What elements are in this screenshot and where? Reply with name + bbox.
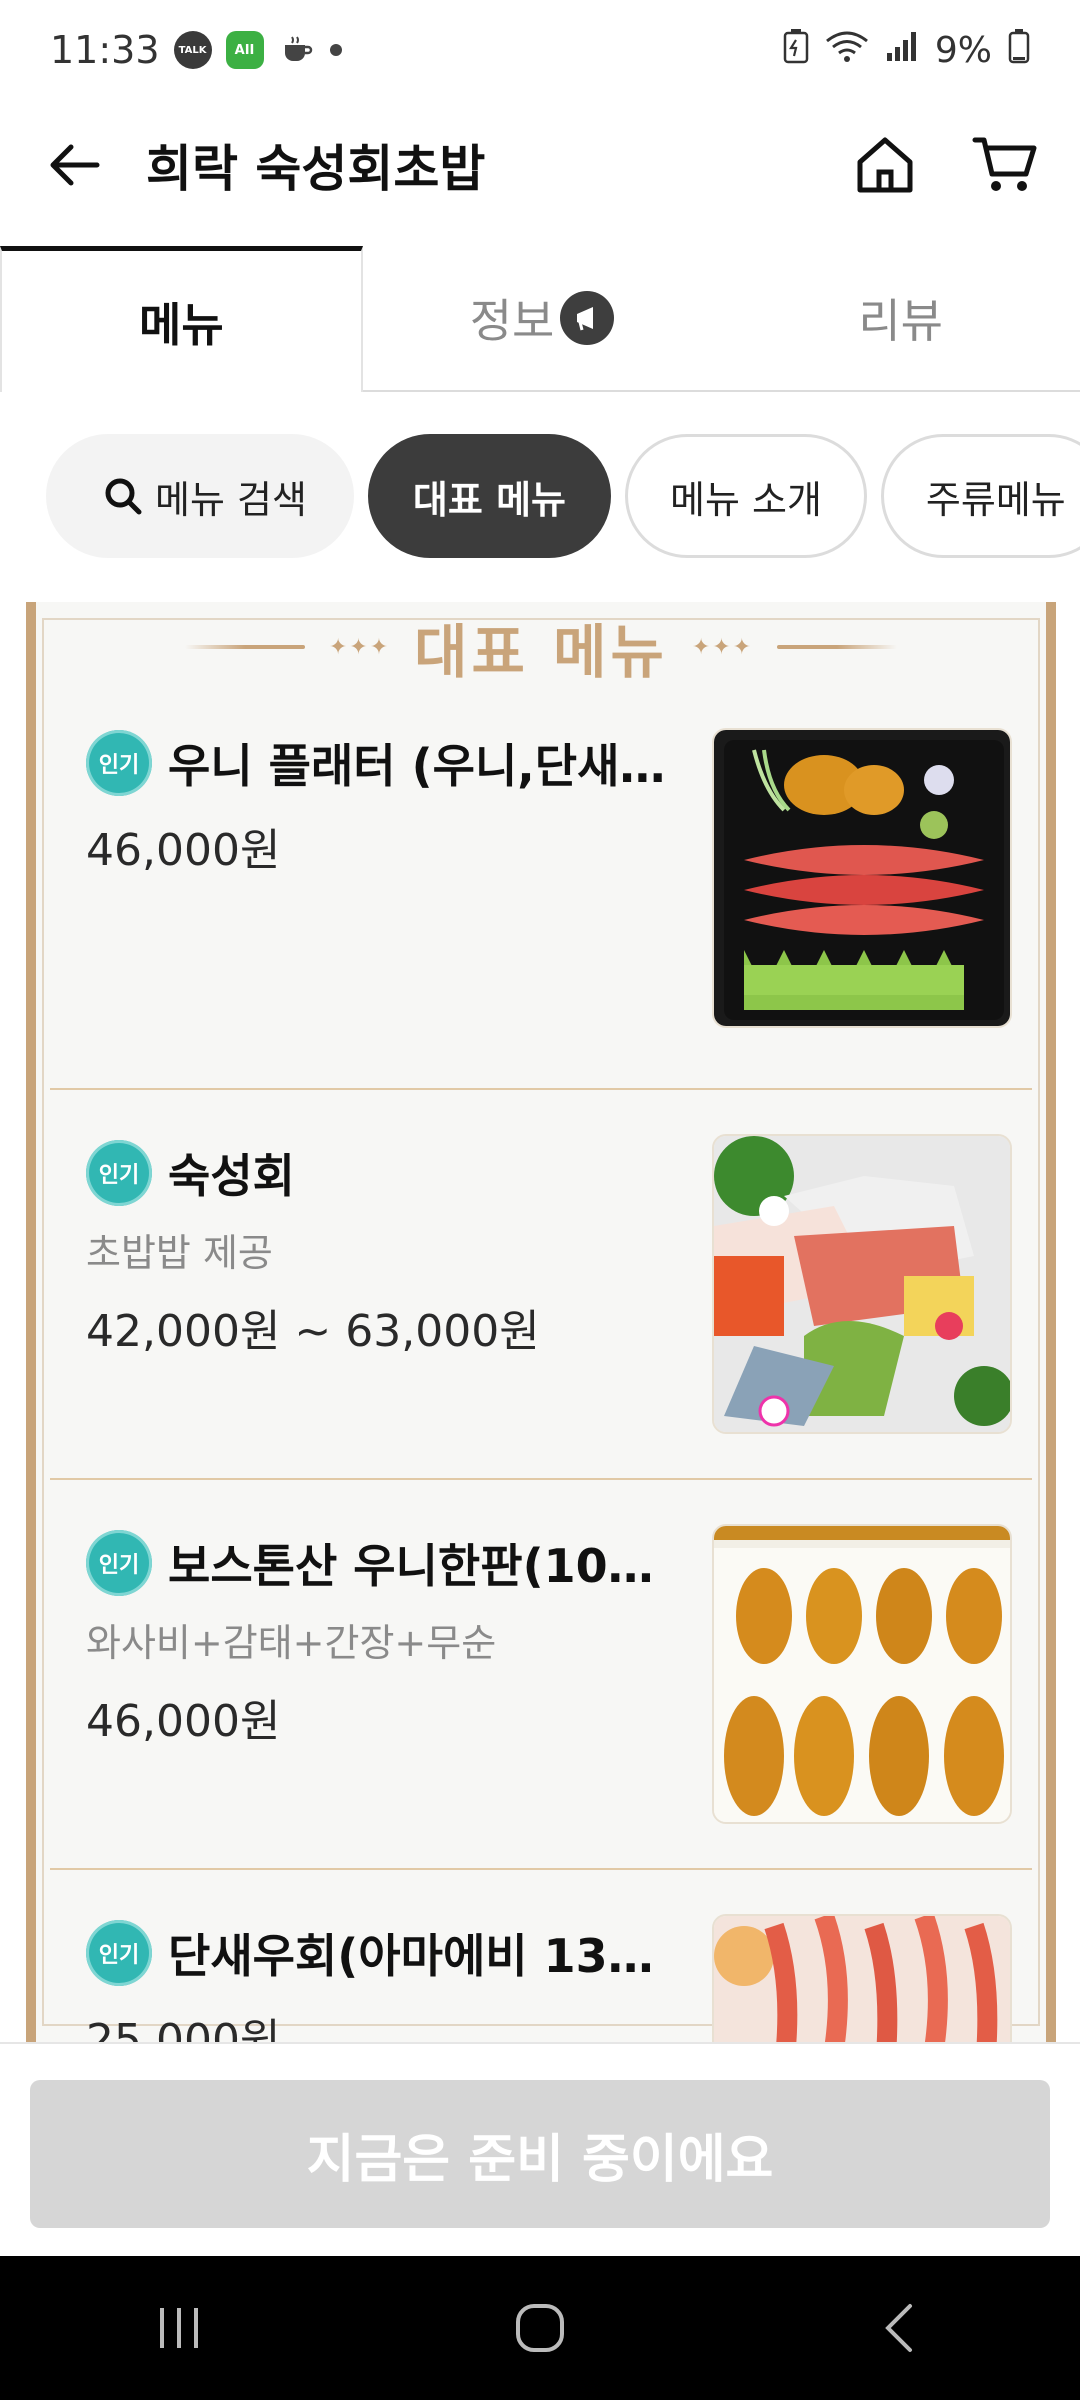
home-icon	[857, 137, 913, 193]
menu-item-name: 보스톤산 우니한판(10…	[168, 1539, 654, 1593]
popular-badge: 인기	[86, 1530, 152, 1596]
popular-badge: 인기	[86, 1920, 152, 1986]
decor-line	[777, 645, 898, 649]
cart-button[interactable]	[970, 130, 1040, 200]
tab-label: 메뉴	[139, 297, 224, 352]
talk-icon: TALK	[173, 31, 212, 69]
menu-item[interactable]: 인기 우니 플래터 (우니,단새… 46,000원	[50, 692, 1032, 1090]
page-title: 희락 숙성회초밥	[146, 140, 486, 198]
status-time: 11:33	[50, 28, 160, 72]
recent-apps-icon	[160, 2308, 198, 2348]
menu-item-image	[712, 1914, 1012, 2042]
tab-info[interactable]: 정보	[363, 246, 722, 390]
menu-search-label: 메뉴 검색	[155, 477, 307, 522]
chip-drinks-menu[interactable]: 주류메뉴	[880, 434, 1080, 558]
decor-line	[184, 645, 305, 649]
chip-label: 대표 메뉴	[412, 477, 566, 522]
tab-label: 리뷰	[858, 294, 943, 348]
menu-item[interactable]: 인기 보스톤산 우니한판(10… 와사비+감태+간장+무순 46,000원	[50, 1480, 1032, 1870]
dot-icon	[329, 44, 342, 56]
megaphone-icon	[560, 291, 615, 345]
aii-icon: AII	[225, 31, 264, 69]
search-icon	[105, 478, 142, 515]
menu-item[interactable]: 인기 단새우회(아마에비 13… 25,000원	[50, 1870, 1032, 2042]
status-bar: 11:33 TALK AII 9%	[0, 0, 1080, 100]
menu-item-image	[712, 1524, 1012, 1824]
category-chips: 메뉴 검색 대표 메뉴 메뉴 소개 주류메뉴	[46, 434, 1080, 558]
cup-icon	[278, 31, 316, 69]
menu-item-image	[712, 728, 1012, 1028]
home-button[interactable]	[850, 130, 920, 200]
section-title: 대표 메뉴	[414, 618, 668, 686]
menu-item-name: 숙성회	[168, 1149, 295, 1203]
menu-item-name: 단새우회(아마에비 13…	[168, 1929, 654, 1983]
chip-label: 메뉴 소개	[670, 477, 822, 522]
menu-search-chip[interactable]: 메뉴 검색	[46, 434, 354, 558]
recent-apps-button[interactable]	[130, 2278, 230, 2378]
home-nav-button[interactable]	[490, 2278, 590, 2378]
back-nav-button[interactable]	[850, 2278, 950, 2378]
menu-item-image	[712, 1134, 1012, 1434]
battery-icon	[1008, 28, 1030, 73]
popular-badge: 인기	[86, 730, 152, 796]
decor-stars: ✦✦✦	[691, 634, 754, 660]
back-button[interactable]	[40, 130, 110, 200]
menu-item[interactable]: 인기 숙성회 초밥밥 제공 42,000원 ~ 63,000원	[50, 1090, 1032, 1480]
battery-saver-icon	[783, 28, 809, 73]
chip-label: 주류메뉴	[925, 477, 1066, 522]
chip-menu-intro[interactable]: 메뉴 소개	[625, 434, 867, 558]
decor-stars: ✦✦✦	[328, 634, 391, 660]
chevron-left-icon	[885, 2304, 912, 2352]
app-header: 희락 숙성회초밥	[0, 100, 1080, 230]
preparing-button[interactable]: 지금은 준비 중이에요	[30, 2080, 1050, 2228]
wifi-icon	[825, 29, 869, 72]
menu-item-name: 우니 플래터 (우니,단새…	[168, 739, 666, 793]
chip-featured-menu[interactable]: 대표 메뉴	[367, 434, 611, 558]
back-arrow-icon	[50, 144, 100, 186]
tab-menu[interactable]: 메뉴	[0, 246, 363, 392]
signal-icon	[885, 29, 919, 72]
bottom-action-bar: 지금은 준비 중이에요	[0, 2042, 1080, 2256]
tab-label: 정보	[469, 294, 555, 348]
tab-bar: 메뉴 정보 리뷰	[0, 246, 1080, 392]
cart-icon	[972, 137, 1037, 191]
menu-panel: ✦✦✦ 대표 메뉴 ✦✦✦ 인기 우니 플래터 (우니,단새… 46,000원	[26, 602, 1056, 2042]
section-header: ✦✦✦ 대표 메뉴 ✦✦✦	[50, 602, 1032, 692]
popular-badge: 인기	[86, 1140, 152, 1206]
battery-percent: 9%	[934, 29, 992, 71]
system-nav-bar	[0, 2256, 1080, 2400]
home-circle-icon	[516, 2304, 564, 2352]
tab-review[interactable]: 리뷰	[721, 246, 1080, 390]
